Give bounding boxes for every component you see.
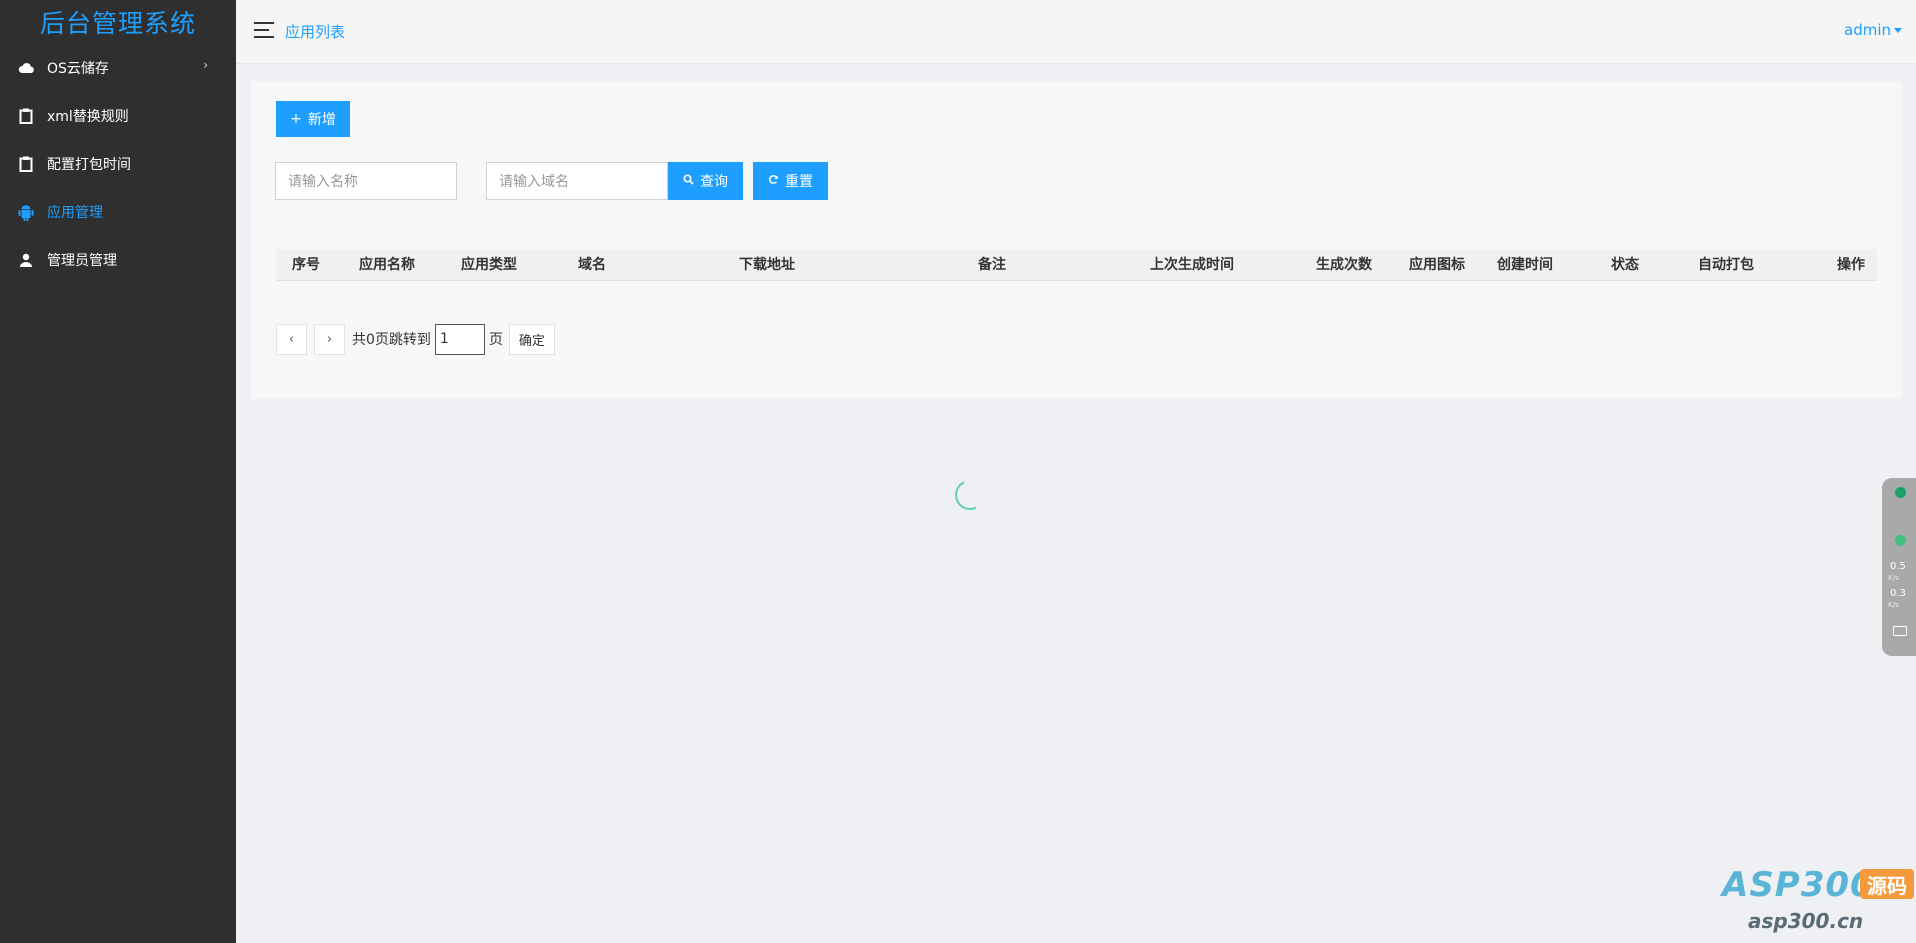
download-speed-unit: K/s — [1888, 601, 1899, 609]
network-monitor-widget[interactable]: 0.5 K/s 0.3 K/s — [1882, 478, 1916, 656]
search-button-label: 查询 — [700, 174, 728, 190]
plus-icon: + — [290, 111, 302, 127]
page-title: 应用列表 — [285, 23, 346, 41]
page-jump-input[interactable]: 1 — [434, 323, 485, 355]
watermark-logo: ASP300 源码 asp300.cn — [1722, 865, 1914, 937]
reset-button[interactable]: 重置 — [753, 162, 828, 200]
sidebar-item-xml-rules[interactable]: xml替换规则 — [0, 92, 236, 140]
cloud-icon — [18, 60, 34, 76]
domain-search-input[interactable]: 请输入域名 — [486, 162, 668, 200]
sidebar-item-label: OS云储存 — [47, 61, 109, 77]
sidebar-item-label: 应用管理 — [47, 205, 103, 221]
sidebar-item-admin-management[interactable]: 管理员管理 — [0, 236, 236, 284]
search-icon — [683, 173, 694, 189]
column-header[interactable]: 域名 — [578, 249, 606, 281]
column-header[interactable]: 应用图标 — [1409, 249, 1465, 281]
loading-spinner-icon — [950, 475, 990, 515]
watermark-badge: 源码 — [1860, 869, 1914, 899]
sidebar-item-os-storage[interactable]: OS云储存 › — [0, 44, 236, 92]
sidebar-item-label: xml替换规则 — [47, 109, 129, 125]
brand-title: 后台管理系统 — [39, 9, 196, 38]
status-dot-icon — [1895, 535, 1906, 546]
caret-down-icon — [1894, 28, 1902, 33]
next-page-button[interactable]: › — [314, 323, 345, 355]
sidebar-item-app-management[interactable]: 应用管理 — [0, 188, 236, 236]
refresh-icon — [768, 173, 779, 189]
content-card: + 新增 请输入名称 请输入域名 查询 重置 序号 应用名称 应用类型 域名 下… — [251, 81, 1902, 399]
upload-speed: 0.5 — [1890, 561, 1906, 572]
reset-button-label: 重置 — [785, 174, 813, 190]
page-total-text: 共0页跳转到 — [352, 332, 431, 348]
column-header[interactable]: 生成次数 — [1316, 249, 1372, 281]
camera-icon[interactable] — [1893, 626, 1907, 636]
column-header[interactable]: 创建时间 — [1497, 249, 1553, 281]
add-button-label: 新增 — [307, 112, 336, 128]
table-header: 序号 应用名称 应用类型 域名 下载地址 备注 上次生成时间 生成次数 应用图标… — [276, 249, 1877, 281]
user-menu[interactable]: admin — [1844, 21, 1902, 39]
menu-toggle-icon[interactable] — [254, 22, 274, 38]
clipboard-icon — [18, 156, 34, 172]
upload-speed-unit: K/s — [1888, 574, 1899, 582]
sidebar-item-label: 管理员管理 — [47, 253, 117, 269]
pagination: ‹ › 共0页跳转到 1 页 确定 — [276, 323, 555, 355]
column-header[interactable]: 序号 — [292, 249, 320, 281]
prev-page-button[interactable]: ‹ — [276, 323, 307, 355]
top-header: 应用列表 admin — [236, 0, 1916, 64]
username: admin — [1844, 21, 1891, 39]
column-header[interactable]: 自动打包 — [1698, 249, 1754, 281]
watermark-url: asp300.cn — [1748, 909, 1864, 933]
add-button[interactable]: + 新增 — [276, 101, 350, 137]
page-confirm-button[interactable]: 确定 — [508, 323, 555, 355]
watermark-main: ASP300 — [1722, 865, 1875, 905]
search-button[interactable]: 查询 — [668, 162, 743, 200]
chevron-right-icon: › — [203, 58, 208, 72]
clipboard-icon — [18, 108, 34, 124]
column-header[interactable]: 应用名称 — [359, 249, 415, 281]
android-icon — [18, 204, 34, 221]
sidebar: 后台管理系统 OS云储存 › xml替换规则 配置打包时间 应用管理 管理员管理 — [0, 0, 236, 943]
column-header[interactable]: 状态 — [1611, 249, 1639, 281]
status-dot-icon — [1895, 487, 1906, 498]
column-header[interactable]: 下载地址 — [739, 249, 795, 281]
column-header[interactable]: 上次生成时间 — [1150, 249, 1234, 281]
sidebar-item-pack-time[interactable]: 配置打包时间 — [0, 140, 236, 188]
user-icon — [18, 252, 34, 268]
name-search-input[interactable]: 请输入名称 — [275, 162, 457, 200]
page-unit-text: 页 — [488, 332, 503, 348]
sidebar-item-label: 配置打包时间 — [47, 157, 131, 173]
column-header[interactable]: 操作 — [1837, 249, 1865, 281]
download-speed: 0.3 — [1890, 588, 1906, 599]
column-header[interactable]: 应用类型 — [461, 249, 517, 281]
column-header[interactable]: 备注 — [978, 249, 1006, 281]
